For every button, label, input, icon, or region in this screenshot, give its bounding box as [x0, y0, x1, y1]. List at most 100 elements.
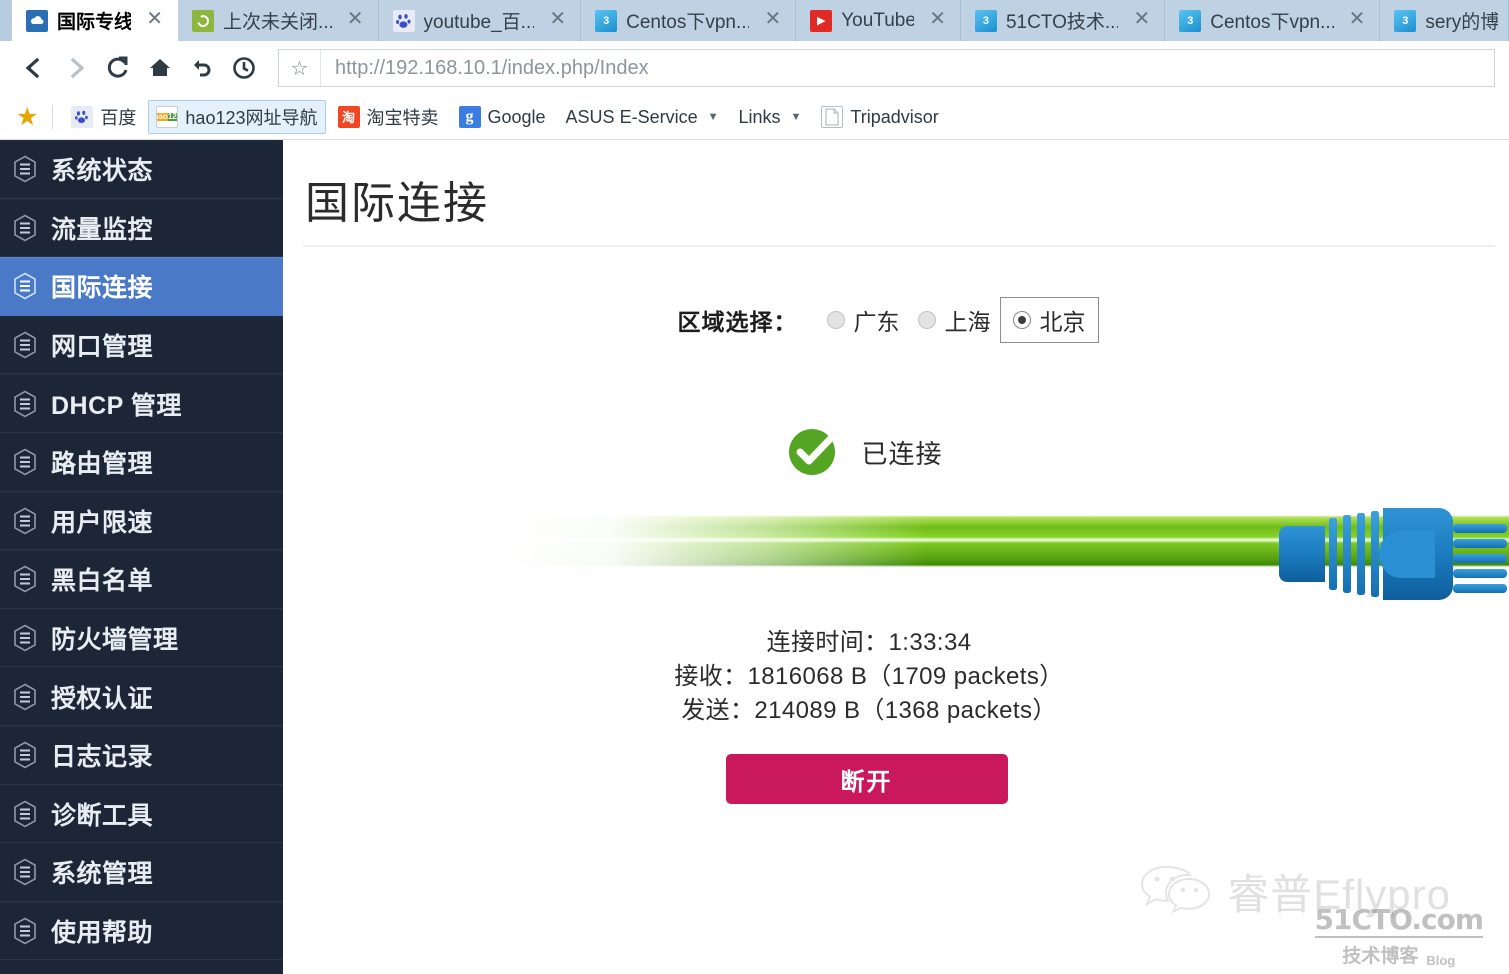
bookmark-star-icon[interactable]: ☆ [279, 50, 321, 86]
clock-icon[interactable] [224, 48, 264, 88]
cloud-icon [26, 9, 48, 32]
browser-tab-2[interactable]: 上次未关闭... ✕ [178, 0, 379, 41]
restore-icon [192, 9, 215, 32]
close-icon[interactable]: ✕ [140, 9, 167, 32]
list-hex-icon [12, 214, 38, 242]
sidebar-item-authorization[interactable]: 授权认证 [0, 667, 283, 726]
reload-icon[interactable] [98, 48, 138, 88]
stat-received: 接收：1816068 B（1709 packets） [674, 663, 1064, 691]
bookmark-links[interactable]: Links ▼ [730, 103, 809, 132]
close-icon[interactable]: ✕ [543, 9, 570, 32]
sidebar-item-black-white-list[interactable]: 黑白名单 [0, 550, 283, 609]
browser-tab-label: 上次未关闭... [223, 12, 332, 33]
sidebar-item-dhcp-management[interactable]: DHCP 管理 [0, 374, 283, 433]
connection-status: 已连接 [289, 421, 1509, 484]
sidebar-item-label: 网口管理 [51, 333, 154, 362]
back-arrow-icon[interactable] [14, 48, 54, 88]
disconnect-button[interactable]: 断开 [725, 754, 1008, 805]
google-icon: g [458, 106, 481, 128]
list-hex-icon [12, 565, 38, 593]
watermark-eflypro: 睿普Eflypro [1139, 861, 1451, 922]
bookmark-label: 百度 [100, 108, 137, 128]
list-hex-icon [12, 331, 38, 359]
sidebar-item-help[interactable]: 使用帮助 [0, 901, 283, 961]
url-text: http://192.168.10.1/index.php/Index [335, 56, 649, 79]
region-option-guangdong[interactable]: 广东 [818, 297, 909, 343]
favorites-star-icon[interactable]: ★ [12, 102, 46, 132]
browser-tab-6[interactable]: 3 51CTO技术... ✕ [960, 0, 1166, 41]
region-option-shanghai[interactable]: 上海 [909, 297, 1000, 343]
sidebar-item-label: 国际连接 [51, 274, 154, 303]
watermark-51cto: 51CTO.com 技术博客 Blog [1314, 903, 1484, 968]
bookmark-asus-eservice[interactable]: ASUS E-Service ▼ [558, 103, 727, 132]
sidebar-item-firewall-management[interactable]: 防火墙管理 [0, 608, 283, 668]
browser-tab-label: 51CTO技术... [1005, 12, 1119, 33]
radio-button[interactable] [826, 311, 845, 329]
radio-button[interactable] [917, 311, 936, 329]
close-icon[interactable]: ✕ [923, 9, 950, 32]
bookmark-baidu[interactable]: 百度 [63, 100, 144, 134]
sidebar-item-traffic-monitor[interactable]: 流量监控 [0, 198, 283, 258]
close-icon[interactable]: ✕ [1343, 9, 1370, 32]
navigation-toolbar: ☆ http://192.168.10.1/index.php/Index [0, 41, 1509, 95]
browser-tab-1[interactable]: 国际专线 ✕ [12, 0, 179, 41]
watermark-site: 51CTO.com [1314, 903, 1484, 938]
sidebar-item-log-records[interactable]: 日志记录 [0, 725, 283, 785]
bookmark-google[interactable]: g Google [451, 102, 554, 132]
browser-tab-7[interactable]: 3 Centos下vpn... ✕ [1165, 0, 1381, 41]
list-hex-icon [12, 624, 38, 652]
sidebar-item-label: 系统管理 [51, 860, 154, 889]
sidebar-item-diagnostic-tools[interactable]: 诊断工具 [0, 784, 283, 844]
sidebar-item-route-management[interactable]: 路由管理 [0, 432, 283, 492]
forward-arrow-icon[interactable] [56, 48, 96, 88]
browser-tab-5[interactable]: ▶ YouTube ✕ [796, 0, 961, 41]
watermark-site-blog: Blog [1426, 953, 1456, 968]
watermark-brand: 睿普Eflypro [1227, 871, 1451, 918]
list-hex-icon [12, 917, 38, 945]
browser-tab-label: youtube_百... [423, 12, 535, 33]
stat-uptime: 连接时间：1:33:34 [766, 629, 972, 656]
sidebar-item-user-rate-limit[interactable]: 用户限速 [0, 491, 283, 551]
browser-tab-8[interactable]: 3 sery的博 [1380, 0, 1509, 41]
radio-button[interactable] [1012, 311, 1031, 329]
sidebar-item-international-connection[interactable]: 国际连接 [0, 257, 283, 316]
sidebar-item-port-management[interactable]: 网口管理 [0, 315, 283, 375]
bookmark-tripadvisor[interactable]: Tripadvisor [813, 102, 946, 132]
close-icon[interactable]: ✕ [341, 9, 368, 32]
browser-tab-4[interactable]: 3 Centos下vpn... ✕ [581, 0, 797, 41]
rj45-plug-icon [1277, 490, 1509, 620]
address-bar[interactable]: ☆ http://192.168.10.1/index.php/Index [278, 49, 1495, 87]
browser-tab-label: YouTube [841, 9, 915, 31]
close-icon[interactable]: ✕ [758, 9, 785, 32]
watermark-site-cn: 技术博客 [1342, 946, 1419, 967]
baidu-icon [71, 106, 94, 128]
51cto-icon: 3 [974, 9, 997, 32]
youtube-icon: ▶ [810, 9, 833, 32]
bookmark-hao123[interactable]: hao123 hao123网址导航 [148, 100, 326, 134]
sidebar-item-label: 日志记录 [51, 743, 154, 772]
baidu-icon [392, 9, 415, 32]
status-text: 已连接 [861, 439, 943, 469]
chevron-down-icon: ▼ [790, 111, 802, 123]
bookmark-label: Links [738, 106, 781, 127]
51cto-icon: 3 [595, 9, 618, 32]
close-icon[interactable]: ✕ [1127, 9, 1154, 32]
bookmark-label: Tripadvisor [850, 106, 939, 127]
sidebar-nav: 系统状态 流量监控 国际连接 网口管理 DHCP 管理 路由管理 用户限速 黑白… [0, 140, 283, 974]
cable-fade-overlay [507, 506, 927, 576]
bookmark-taobao[interactable]: 淘 淘宝特卖 [330, 100, 447, 134]
region-selector: 区域选择： 广东 上海 北京 [289, 297, 1509, 343]
home-icon[interactable] [140, 48, 180, 88]
bookmark-label: 淘宝特卖 [366, 108, 439, 128]
main-content: 国际连接 区域选择： 广东 上海 北京 已连接 连接时间：1:33:34 接收：… [289, 145, 1509, 974]
sidebar-item-system-status[interactable]: 系统状态 [0, 140, 283, 199]
divider [303, 245, 1495, 247]
sidebar-item-system-management[interactable]: 系统管理 [0, 843, 283, 902]
browser-tab-3[interactable]: youtube_百... ✕ [378, 0, 582, 41]
list-hex-icon [12, 858, 38, 886]
hao123-icon: hao123 [156, 106, 179, 128]
browser-tab-label: sery的博 [1425, 12, 1498, 33]
region-option-beijing[interactable]: 北京 [999, 297, 1099, 343]
green-check-circle-icon [785, 421, 843, 484]
undo-icon[interactable] [182, 48, 222, 88]
